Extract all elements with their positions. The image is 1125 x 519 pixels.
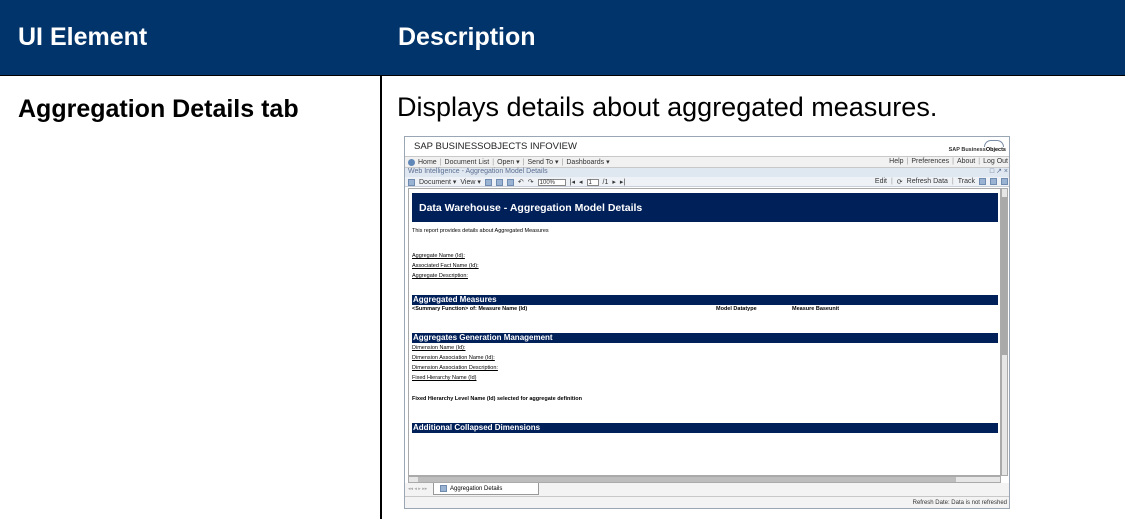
print-icon[interactable]: [495, 178, 503, 186]
horizontal-scroll-thumb[interactable]: [418, 477, 956, 482]
documentation-table: UI Element Description Aggregation Detai…: [0, 0, 1125, 519]
track-button[interactable]: Track: [958, 178, 975, 186]
app-header: SAP BUSINESSOBJECTS INFOVIEW SAP Busines…: [405, 137, 1009, 156]
drill-icon[interactable]: [990, 178, 997, 185]
logo-text-a: SAP Business: [948, 147, 986, 153]
undo-icon[interactable]: ↶: [518, 178, 524, 186]
status-bar: Refresh Date: Data is not refreshed: [405, 496, 1009, 508]
report-title-band: Data Warehouse - Aggregation Model Detai…: [412, 193, 998, 222]
refresh-data-button[interactable]: Refresh Data: [907, 178, 948, 186]
report-tab-label: Aggregation Details: [450, 485, 503, 492]
nav-help[interactable]: Help: [889, 158, 903, 165]
field-dimension-name: Dimension Name (Id):: [412, 345, 466, 351]
last-page-icon[interactable]: ▸|: [620, 178, 625, 186]
row-divider: [0, 75, 1125, 76]
window-controls[interactable]: □ ↗ ×: [990, 167, 1008, 175]
fixed-hierarchy-level-text: Fixed Hierarchy Level Name (Id) selected…: [412, 396, 582, 402]
nav-preferences[interactable]: Preferences: [911, 158, 949, 165]
refresh-status: Refresh Date: Data is not refreshed: [912, 500, 1007, 506]
col-model-datatype: Model Datatype: [716, 306, 757, 312]
header-description: Description: [398, 23, 536, 51]
document-title: Web Intelligence - Aggregation Model Det…: [408, 168, 548, 175]
field-dimension-association-name: Dimension Association Name (Id):: [412, 355, 495, 361]
vertical-scroll-thumb[interactable]: [1002, 197, 1007, 355]
field-dimension-association-description: Dimension Association Description:: [412, 365, 498, 371]
field-fixed-hierarchy-name: Fixed Hierarchy Name (Id): [412, 375, 477, 381]
filter-icon[interactable]: [979, 178, 986, 185]
report-toolbar: Document ▾ View ▾ ↶ ↷ 100% |◂ ◂ 1 /1 ▸ ▸…: [405, 177, 1009, 187]
section-aggregates-generation: Aggregates Generation Management: [412, 333, 998, 343]
nav-home[interactable]: Home: [418, 159, 437, 166]
page-input[interactable]: 1: [586, 178, 599, 186]
nav-send-to[interactable]: Send To ▾: [528, 158, 559, 166]
report-tab-icon: [440, 485, 447, 492]
view-menu[interactable]: View ▾: [460, 178, 481, 186]
col-measure-baseunit: Measure Baseunit: [792, 306, 840, 312]
table-header-row: UI Element Description: [0, 0, 1125, 75]
vertical-scrollbar[interactable]: [1001, 188, 1008, 476]
field-associated-fact-name: Associated Fact Name (Id):: [412, 263, 479, 269]
report-title: Data Warehouse - Aggregation Model Detai…: [419, 202, 643, 214]
refresh-icon[interactable]: ⟳: [897, 178, 903, 186]
first-page-icon[interactable]: |◂: [570, 178, 575, 186]
logo-text-b: Objects: [985, 147, 1006, 153]
ui-element-cell: Aggregation Details tab: [18, 95, 299, 123]
document-menu[interactable]: Document ▾: [419, 178, 456, 186]
redo-icon[interactable]: ↷: [528, 178, 534, 186]
horizontal-scrollbar[interactable]: [408, 476, 1001, 483]
nav-about[interactable]: About: [957, 158, 975, 165]
find-icon[interactable]: [506, 178, 514, 186]
logo-swoosh-icon: [984, 140, 1004, 147]
column-divider: [380, 75, 382, 519]
document-title-bar: Web Intelligence - Aggregation Model Det…: [405, 167, 1009, 177]
report-intro: This report provides details about Aggre…: [412, 228, 549, 234]
field-aggregate-name: Aggregate Name (Id):: [412, 253, 465, 259]
page-count: /1: [602, 178, 609, 186]
report-tabs-bar: ◂◂ ◂ ▸ ▸▸ Aggregation Details: [405, 483, 1009, 496]
nav-log-out[interactable]: Log Out: [983, 158, 1008, 165]
sap-logo: SAP BusinessObjects: [948, 140, 1006, 154]
next-page-icon[interactable]: ▸: [612, 178, 616, 186]
tab-nav-arrows-icon[interactable]: ◂◂ ◂ ▸ ▸▸: [408, 486, 427, 492]
report-canvas: Data Warehouse - Aggregation Model Detai…: [408, 188, 1001, 476]
infoview-screenshot: SAP BUSINESSOBJECTS INFOVIEW SAP Busines…: [404, 136, 1010, 509]
header-ui-element: UI Element: [18, 23, 148, 51]
edit-button[interactable]: Edit: [875, 178, 887, 186]
prev-page-icon[interactable]: ◂: [579, 178, 583, 186]
col-summary-function: <Summary Function> of: Measure Name (Id): [412, 306, 528, 312]
section-aggregated-measures: Aggregated Measures: [412, 295, 998, 305]
nav-dashboards[interactable]: Dashboards ▾: [566, 158, 609, 166]
outline-icon[interactable]: [1001, 178, 1008, 185]
document-icon: [408, 178, 415, 186]
save-icon[interactable]: [484, 178, 492, 186]
field-aggregate-description: Aggregate Description:: [412, 273, 468, 279]
app-title: SAP BUSINESSOBJECTS INFOVIEW: [414, 141, 577, 152]
tab-aggregation-details[interactable]: Aggregation Details: [433, 483, 539, 495]
nav-document-list[interactable]: Document List: [445, 159, 490, 166]
section-additional-collapsed-dimensions: Additional Collapsed Dimensions: [412, 423, 998, 433]
zoom-input[interactable]: 100%: [537, 178, 566, 186]
nav-open[interactable]: Open ▾: [497, 158, 520, 166]
nav-bar: Home | Document List | Open ▾ | Send To ▾ | …: [405, 156, 1009, 168]
description-cell: Displays details about aggregated measur…: [397, 92, 938, 122]
home-icon[interactable]: [408, 158, 415, 166]
